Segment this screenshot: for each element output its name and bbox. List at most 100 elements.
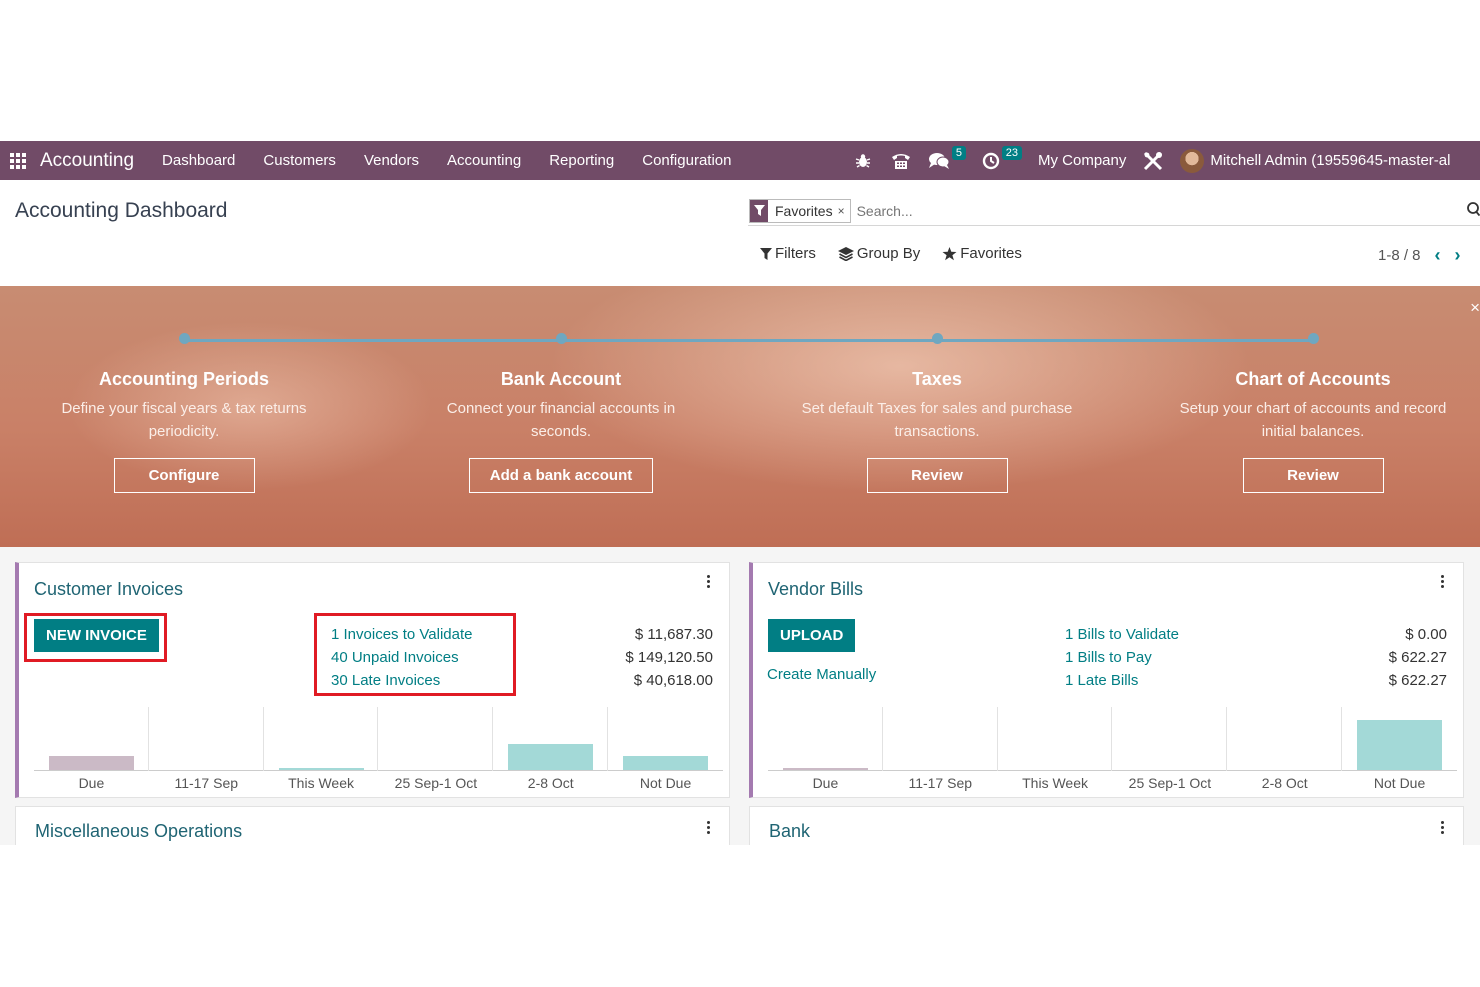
favorites-dropdown[interactable]: Favorites	[942, 245, 1022, 262]
pager-next-icon[interactable]: ›	[1455, 245, 1461, 266]
navbar-systray: 5 23 My Company Mitchell Admin (19559645…	[848, 141, 1450, 180]
user-avatar[interactable]	[1180, 148, 1205, 173]
amount-to-validate: $ 0.00	[1405, 626, 1447, 643]
search-input[interactable]	[856, 202, 1437, 219]
highlight-box	[314, 613, 516, 696]
search-icon[interactable]	[1466, 202, 1480, 222]
step-dot	[555, 333, 567, 344]
chart-tick-label: Not Due	[639, 775, 692, 791]
chart-column	[379, 707, 494, 771]
bank-card: Bank	[749, 806, 1464, 845]
pager-value[interactable]: 1-8 / 8	[1378, 247, 1421, 264]
pager-previous-icon[interactable]: ‹	[1435, 245, 1441, 266]
groupby-label: Group By	[856, 245, 921, 262]
chart-tick-label: This Week	[288, 775, 354, 791]
messages-comments-icon[interactable]: 5	[924, 141, 966, 180]
chart-bar[interactable]	[48, 756, 134, 770]
chart-bar[interactable]	[782, 768, 868, 770]
onboarding-step-taxes: Taxes Set default Taxes for sales and pu…	[787, 333, 1087, 493]
groupby-dropdown[interactable]: Group By	[837, 245, 921, 262]
banner-close-button[interactable]: ×	[1470, 298, 1480, 318]
facet-value: Favorites	[775, 202, 833, 219]
upload-button[interactable]: UPLOAD	[768, 619, 856, 652]
chart-column	[998, 707, 1113, 771]
customer-invoices-chart[interactable]	[34, 707, 723, 771]
vendor-bills-chart[interactable]	[768, 707, 1457, 771]
chart-bar[interactable]	[1357, 720, 1443, 770]
filters-label: Filters	[775, 245, 816, 262]
kebab-menu-icon[interactable]	[707, 575, 711, 590]
journal-dashboard: Customer Invoices NEW INVOICE 1 Invoices…	[0, 547, 1480, 845]
page-title: Accounting Dashboard	[15, 199, 228, 222]
messages-badge: 5	[951, 146, 966, 160]
bill-links: 1 Bills to Validate 1 Bills to Pay 1 Lat…	[1065, 623, 1179, 692]
chart-bar[interactable]	[278, 768, 364, 770]
amount-to-pay: $ 622.27	[1388, 649, 1447, 666]
create-manually-link[interactable]: Create Manually	[767, 666, 876, 683]
filter-funnel-icon	[760, 247, 772, 260]
chart-tick-label: 11-17 Sep	[908, 775, 973, 791]
app-brand[interactable]: Accounting	[40, 150, 134, 172]
activities-clock-icon[interactable]: 23	[976, 141, 1022, 180]
menu-dashboard[interactable]: Dashboard	[148, 152, 249, 169]
review-chart-of-accounts-button[interactable]: Review	[1242, 458, 1384, 493]
bills-to-validate-link[interactable]: 1 Bills to Validate	[1065, 623, 1179, 646]
bills-to-pay-link[interactable]: 1 Bills to Pay	[1065, 646, 1179, 669]
miscellaneous-operations-card: Miscellaneous Operations	[15, 806, 730, 845]
filters-dropdown[interactable]: Filters	[760, 245, 816, 262]
chart-bar[interactable]	[623, 756, 709, 770]
step-title: Accounting Periods	[98, 369, 269, 389]
chart-tick-label: Not Due	[1373, 775, 1426, 791]
late-bills-link[interactable]: 1 Late Bills	[1065, 669, 1179, 692]
onboarding-step-chart-of-accounts: Chart of Accounts Setup your chart of ac…	[1163, 333, 1463, 493]
card-title[interactable]: Bank	[769, 821, 810, 842]
menu-vendors[interactable]: Vendors	[350, 152, 433, 169]
menu-accounting[interactable]: Accounting	[433, 152, 535, 169]
invoice-amounts: $ 11,687.30 $ 149,120.50 $ 40,618.00	[625, 623, 713, 692]
chart-tick-label: 25 Sep-1 Oct	[1128, 775, 1212, 791]
search-facet-favorites: Favorites ×	[749, 198, 851, 223]
search-options: Filters Group By Favorites	[760, 245, 1044, 262]
filter-funnel-icon	[750, 199, 768, 222]
card-title[interactable]: Vendor Bills	[768, 579, 863, 600]
chart-tick-label: 25 Sep-1 Oct	[394, 775, 478, 791]
apps-menu-button[interactable]	[0, 141, 36, 180]
highlight-box	[24, 613, 167, 662]
company-switcher[interactable]: My Company	[1038, 152, 1126, 169]
apps-grid-icon	[10, 152, 26, 169]
chart-tick-label: 2-8 Oct	[1261, 775, 1308, 791]
chart-bar[interactable]	[508, 744, 594, 770]
voip-phone-icon[interactable]	[886, 141, 916, 180]
menu-customers[interactable]: Customers	[249, 152, 350, 169]
card-title[interactable]: Customer Invoices	[34, 579, 183, 600]
onboarding-progress-line	[184, 339, 1313, 342]
step-dot	[178, 333, 190, 344]
tools-wrench-icon[interactable]	[1138, 141, 1168, 180]
chart-tick-label: This Week	[1022, 775, 1088, 791]
step-description: Set default Taxes for sales and purchase…	[801, 400, 1073, 440]
chart-column	[883, 707, 998, 771]
step-description: Connect your financial accounts in secon…	[446, 400, 676, 440]
facet-remove-button[interactable]: ×	[838, 204, 850, 218]
chart-column	[1113, 707, 1228, 771]
debug-bug-icon[interactable]	[848, 141, 878, 180]
card-title[interactable]: Miscellaneous Operations	[35, 821, 242, 842]
menu-configuration[interactable]: Configuration	[628, 152, 745, 169]
chart-tick-label: 2-8 Oct	[527, 775, 574, 791]
configure-button[interactable]: Configure	[113, 458, 255, 493]
amount-unpaid: $ 149,120.50	[625, 649, 713, 666]
kebab-menu-icon[interactable]	[707, 821, 711, 836]
menu-reporting[interactable]: Reporting	[535, 152, 628, 169]
add-bank-account-button[interactable]: Add a bank account	[468, 458, 654, 493]
chart-tick-label: Due	[78, 775, 105, 791]
chart-column	[264, 707, 379, 771]
user-menu[interactable]: Mitchell Admin (19559645-master-al	[1210, 152, 1450, 169]
favorites-label: Favorites	[960, 245, 1022, 262]
kebab-menu-icon[interactable]	[1441, 821, 1445, 836]
kebab-menu-icon[interactable]	[1441, 575, 1445, 590]
odoo-app: Accounting Dashboard Customers Vendors A…	[0, 141, 1480, 845]
step-dot	[931, 333, 943, 344]
review-taxes-button[interactable]: Review	[866, 458, 1008, 493]
onboarding-step-bank-account: Bank Account Connect your financial acco…	[411, 333, 711, 493]
customer-invoices-card: Customer Invoices NEW INVOICE 1 Invoices…	[15, 562, 730, 798]
